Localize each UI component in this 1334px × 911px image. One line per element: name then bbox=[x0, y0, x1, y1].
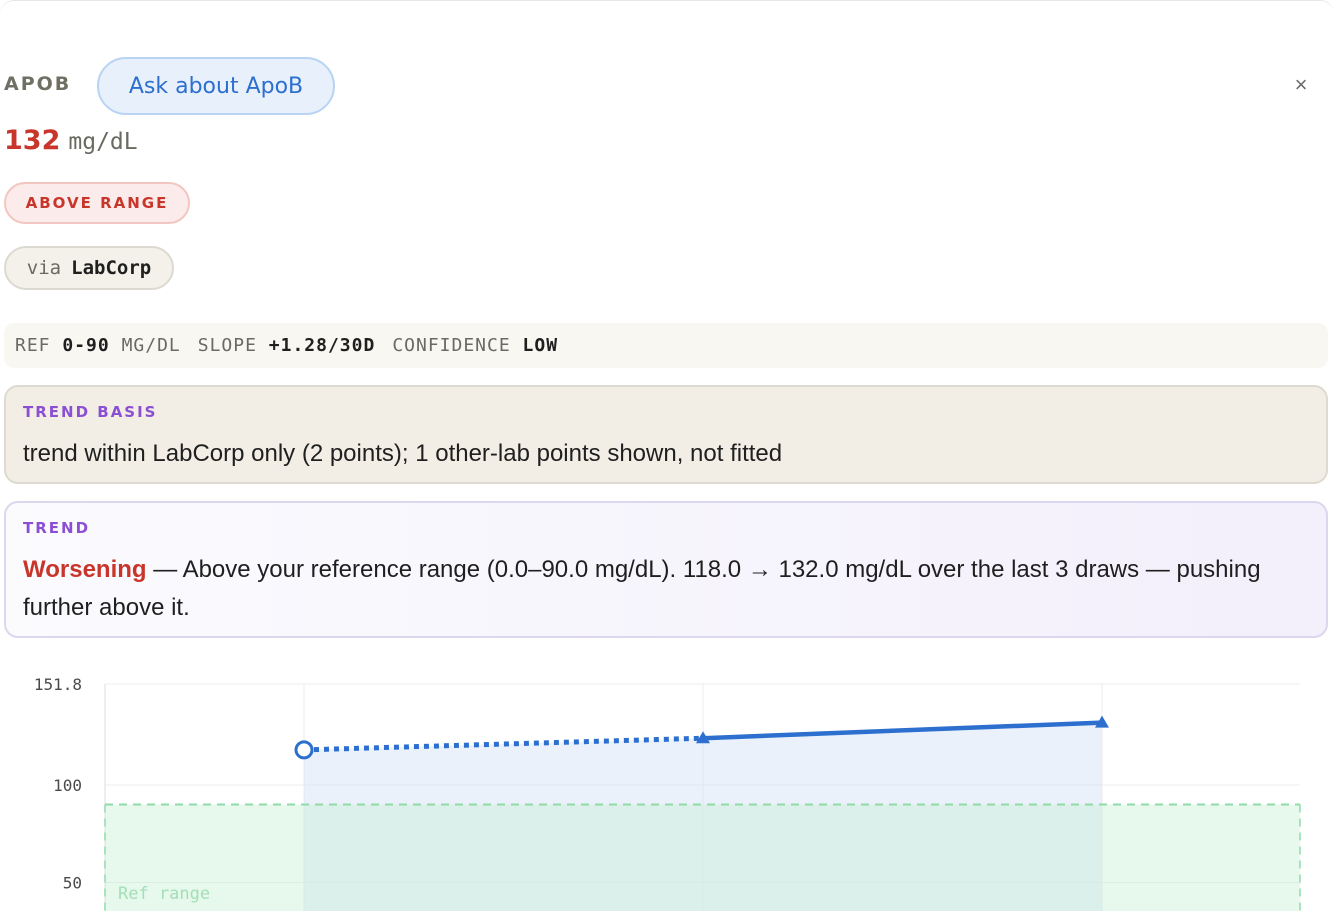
ref-value: 0-90 bbox=[62, 335, 110, 356]
ask-about-button[interactable]: Ask about ApoB bbox=[97, 57, 335, 115]
ref-unit: MG/DL bbox=[121, 335, 181, 356]
y-tick-label: 50 bbox=[63, 873, 82, 892]
trend-status: Worsening bbox=[23, 556, 147, 583]
current-value: 132 mg/dL bbox=[4, 125, 138, 165]
trend-title: TREND bbox=[23, 519, 91, 537]
value-number: 132 bbox=[4, 125, 61, 156]
y-tick-label: 151.8 bbox=[34, 675, 82, 694]
confidence-key: CONFIDENCE bbox=[392, 335, 511, 356]
ref-range-label: Ref range bbox=[118, 884, 210, 904]
trend-basis-title: TREND BASIS bbox=[23, 403, 158, 421]
ref-key: REF bbox=[15, 335, 51, 356]
y-tick-label: 100 bbox=[53, 776, 82, 795]
trend-chart: Ref range 151.8 100 50 bbox=[34, 675, 1301, 911]
status-badge: ABOVE RANGE bbox=[4, 182, 190, 224]
source-lab: LabCorp bbox=[71, 257, 152, 279]
stats-bar: REF 0-90 MG/DL SLOPE +1.28/30D CONFIDENC… bbox=[4, 323, 1328, 368]
value-unit: mg/dL bbox=[68, 129, 138, 155]
analyte-label: APOB bbox=[4, 73, 72, 95]
trend-description-cont: further above it. bbox=[23, 594, 190, 621]
trend-description: — Above your reference range (0.0–90.0 m… bbox=[146, 556, 1261, 583]
trend-text: Worsening — Above your reference range (… bbox=[23, 551, 1309, 627]
trend-card: TREND Worsening — Above your reference r… bbox=[4, 501, 1328, 638]
data-point-other-lab bbox=[294, 740, 314, 760]
source-prefix: via bbox=[26, 257, 62, 279]
ref-range-band bbox=[105, 804, 1300, 911]
trend-basis-text: trend within LabCorp only (2 points); 1 … bbox=[23, 440, 783, 467]
source-badge: via LabCorp bbox=[4, 246, 174, 290]
detail-panel: APOB Ask about ApoB × 132 mg/dL ABOVE RAN… bbox=[0, 0, 1334, 911]
confidence-value: LOW bbox=[522, 335, 559, 356]
trend-basis-card: TREND BASIS trend within LabCorp only (2… bbox=[4, 385, 1328, 484]
slope-value: +1.28/30D bbox=[268, 335, 376, 356]
slope-key: SLOPE bbox=[197, 335, 257, 356]
close-icon[interactable]: × bbox=[1288, 71, 1314, 99]
